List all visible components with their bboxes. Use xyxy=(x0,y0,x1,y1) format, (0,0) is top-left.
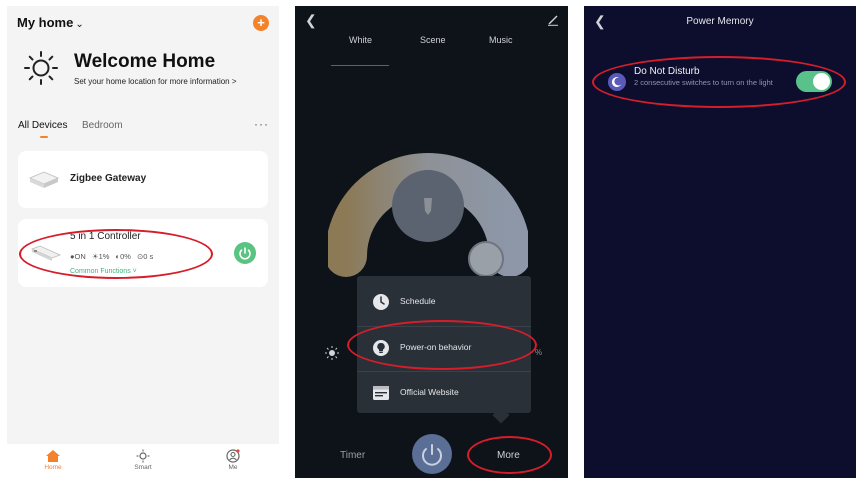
nav-home[interactable]: Home xyxy=(33,444,73,471)
page-title: Power Memory xyxy=(686,16,754,27)
device-name: Zigbee Gateway xyxy=(70,173,147,184)
home-icon xyxy=(46,450,60,462)
menu-item-schedule[interactable]: Schedule xyxy=(357,281,531,325)
home-screen: My home ⌄ + Welcome Home Set your home lo… xyxy=(7,6,279,484)
home-selector[interactable]: My home ⌄ xyxy=(17,15,84,30)
highlight-oval xyxy=(592,56,846,108)
timer-button[interactable]: Timer xyxy=(340,450,365,461)
sun-icon xyxy=(24,51,58,85)
active-tab-indicator xyxy=(40,136,48,138)
menu-item-official-website[interactable]: Official Website xyxy=(357,372,531,416)
brightness-icon xyxy=(325,346,339,360)
power-memory-screen: ❮ Power Memory Do Not Disturb 2 consecut… xyxy=(584,6,856,478)
highlight-oval xyxy=(347,320,537,370)
tab-scene[interactable]: Scene xyxy=(420,35,446,45)
sun-icon xyxy=(136,449,150,463)
clock-icon xyxy=(373,294,389,310)
more-icon[interactable]: ··· xyxy=(254,117,269,131)
nav-label: Home xyxy=(44,464,62,471)
light-control-screen: ❮ White Scene Music % Schedule Power-on … xyxy=(295,6,568,478)
highlight-oval xyxy=(467,436,552,474)
menu-label: Schedule xyxy=(400,296,436,306)
chevron-down-icon: ⌄ xyxy=(75,19,84,30)
back-icon[interactable]: ❮ xyxy=(305,12,317,29)
nav-label: Me xyxy=(228,464,238,471)
tab-bedroom[interactable]: Bedroom xyxy=(82,120,123,131)
nav-me[interactable]: Me xyxy=(213,444,253,471)
browser-icon xyxy=(373,386,389,400)
power-icon xyxy=(422,444,442,466)
add-device-button[interactable]: + xyxy=(253,15,269,31)
user-icon xyxy=(226,449,240,463)
brightness-percent: % xyxy=(535,348,543,357)
gateway-image-icon xyxy=(28,171,60,188)
highlight-oval xyxy=(19,229,213,279)
tab-music[interactable]: Music xyxy=(489,35,513,45)
bottom-nav: Home Smart Me xyxy=(7,444,279,484)
device-card-gateway[interactable]: Zigbee Gateway xyxy=(18,151,268,208)
active-tab-indicator xyxy=(331,65,389,66)
location-link[interactable]: Set your home location for more informat… xyxy=(74,77,237,86)
power-icon xyxy=(239,247,251,260)
edit-icon[interactable] xyxy=(547,14,559,26)
tab-white[interactable]: White xyxy=(349,35,372,45)
welcome-title: Welcome Home xyxy=(74,51,216,72)
power-button[interactable] xyxy=(412,434,452,474)
nav-smart[interactable]: Smart xyxy=(123,444,163,471)
nav-label: Smart xyxy=(134,464,152,471)
menu-label: Official Website xyxy=(400,387,459,397)
power-button[interactable] xyxy=(234,242,256,264)
tab-all-devices[interactable]: All Devices xyxy=(18,120,67,131)
home-selector-label: My home xyxy=(17,15,74,30)
